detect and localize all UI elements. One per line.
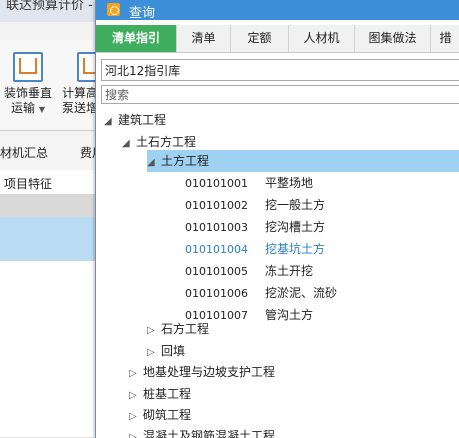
bg-tab-bar: 材机汇总 费用 [0,136,100,171]
item-code: 010101001 [185,177,248,190]
vertical-transport-icon [13,52,43,82]
ribbon-label: 装饰垂直 [3,86,52,100]
tree-node-label: 地基处理与边坡支护工程 [143,365,276,379]
item-name: 挖基坑土方 [265,242,326,256]
tree-node-masonry[interactable]: ▷ 砌筑工程 [129,404,191,426]
bg-grid-header: 项目特征 [0,170,100,195]
table-row[interactable] [0,239,100,262]
tree-node-label: 桩基工程 [143,387,192,401]
background-app: 联达预算计价 - 装饰垂直 运输 ▼ 计算高 泵送增 材机汇总 费用 项目特征 [0,0,100,438]
tree-node-label: 回填 [161,344,186,358]
expanded-arrow-icon[interactable]: ◢ [122,133,136,155]
bg-title-text: 联达预算计价 - [6,0,93,13]
tree-node-backfill[interactable]: ▷ 回填 [147,340,185,362]
item-name: 冻土开挖 [265,264,314,278]
tree-leaf-item[interactable]: 010101006 挖淤泥、流砂 [185,282,337,304]
table-row[interactable] [0,195,100,218]
tree-leaf-item[interactable]: 010101005 冻土开挖 [185,260,313,282]
item-name: 挖淤泥、流砂 [265,286,338,300]
item-code: 010101005 [185,265,248,278]
tree-node-soil-works[interactable]: ◢ 土方工程 [147,150,459,172]
collapsed-arrow-icon[interactable]: ▷ [129,427,143,438]
table-row[interactable] [0,305,100,328]
item-name: 挖沟槽土方 [265,220,326,234]
tree-node-root[interactable]: ◢ 建筑工程 [104,109,166,131]
tab-bill-guide[interactable]: 清单指引 [96,25,177,52]
item-name: 挖一般土方 [265,198,326,212]
tree-node-foundation[interactable]: ▷ 地基处理与边坡支护工程 [129,361,275,383]
chevron-down-icon: ▼ [38,105,45,114]
ribbon-label: 运输 [11,101,36,115]
column-header-item-features: 项目特征 [4,177,53,191]
expanded-arrow-icon[interactable]: ◢ [104,111,118,133]
tab-material-summary[interactable]: 材机汇总 [0,144,48,161]
item-code: 010101004 [185,243,248,256]
item-code: 010101006 [185,287,248,300]
expanded-arrow-icon[interactable]: ◢ [147,152,161,174]
tree-leaf-item[interactable]: 010101001 平整场地 [185,172,313,194]
tab-atlas-method[interactable]: 图集做法 [355,25,431,52]
collapsed-arrow-icon[interactable]: ▷ [129,363,143,385]
tab-labor-materials[interactable]: 人材机 [289,25,355,52]
item-code: 010101002 [185,199,248,212]
tab-measures[interactable]: 措 [431,25,459,52]
tree-node-rock-works[interactable]: ▷ 石方工程 [147,318,209,340]
dialog-title: 查询 [129,6,156,21]
table-row[interactable] [0,393,100,416]
table-row[interactable] [0,371,100,394]
item-name: 管沟土方 [265,308,314,322]
search-input[interactable] [101,85,459,104]
tree-leaf-item[interactable]: 010101003 挖沟槽土方 [185,216,325,238]
app-logo-icon [107,3,120,16]
table-row[interactable] [0,217,100,240]
table-row[interactable] [0,349,100,372]
library-select[interactable]: 河北12指引库 [101,59,459,81]
item-code: 010101003 [185,221,248,234]
tree-node-pile-foundation[interactable]: ▷ 桩基工程 [129,383,191,405]
library-select-value: 河北12指引库 [105,64,181,78]
query-tab-bar: 清单指引 清单 定额 人材机 图集做法 措 [96,25,459,53]
tab-bill[interactable]: 清单 [177,25,231,52]
table-row[interactable] [0,327,100,350]
tree-node-label: 混凝土及钢筋混凝土工程 [143,429,276,438]
collapsed-arrow-icon[interactable]: ▷ [147,320,161,342]
bg-ribbon: 装饰垂直 运输 ▼ 计算高 泵送增 [0,40,100,131]
tree-node-label: 石方工程 [161,322,210,336]
tab-quota[interactable]: 定额 [231,25,289,52]
item-name: 平整场地 [265,176,314,190]
table-row[interactable] [0,283,100,306]
tree-node-concrete[interactable]: ▷ 混凝土及钢筋混凝土工程 [129,425,275,438]
tree-leaf-item[interactable]: 010101002 挖一般土方 [185,194,325,216]
tree-node-label: 建筑工程 [118,113,167,127]
decoration-vertical-transport-button[interactable]: 装饰垂直 运输 ▼ [0,52,58,117]
tree-node-label: 砌筑工程 [143,408,192,422]
table-row[interactable] [0,261,100,284]
tree-node-label: 土石方工程 [136,135,197,149]
guide-tree: ◢ 建筑工程 ◢ 土石方工程 ◢ 土方工程 010101001 平整场地 0101010… [96,108,459,438]
table-row[interactable] [0,415,100,438]
tree-node-label: 土方工程 [161,154,210,168]
dialog-title-bar[interactable]: 查询 [96,0,459,21]
query-dialog: 查询 清单指引 清单 定额 人材机 图集做法 措 河北12指引库 ◢建筑工程 ◢… [95,0,459,438]
bg-title-bar: 联达预算计价 - [0,0,100,22]
tree-leaf-item-highlighted[interactable]: 010101004 挖基坑土方 [185,238,325,260]
